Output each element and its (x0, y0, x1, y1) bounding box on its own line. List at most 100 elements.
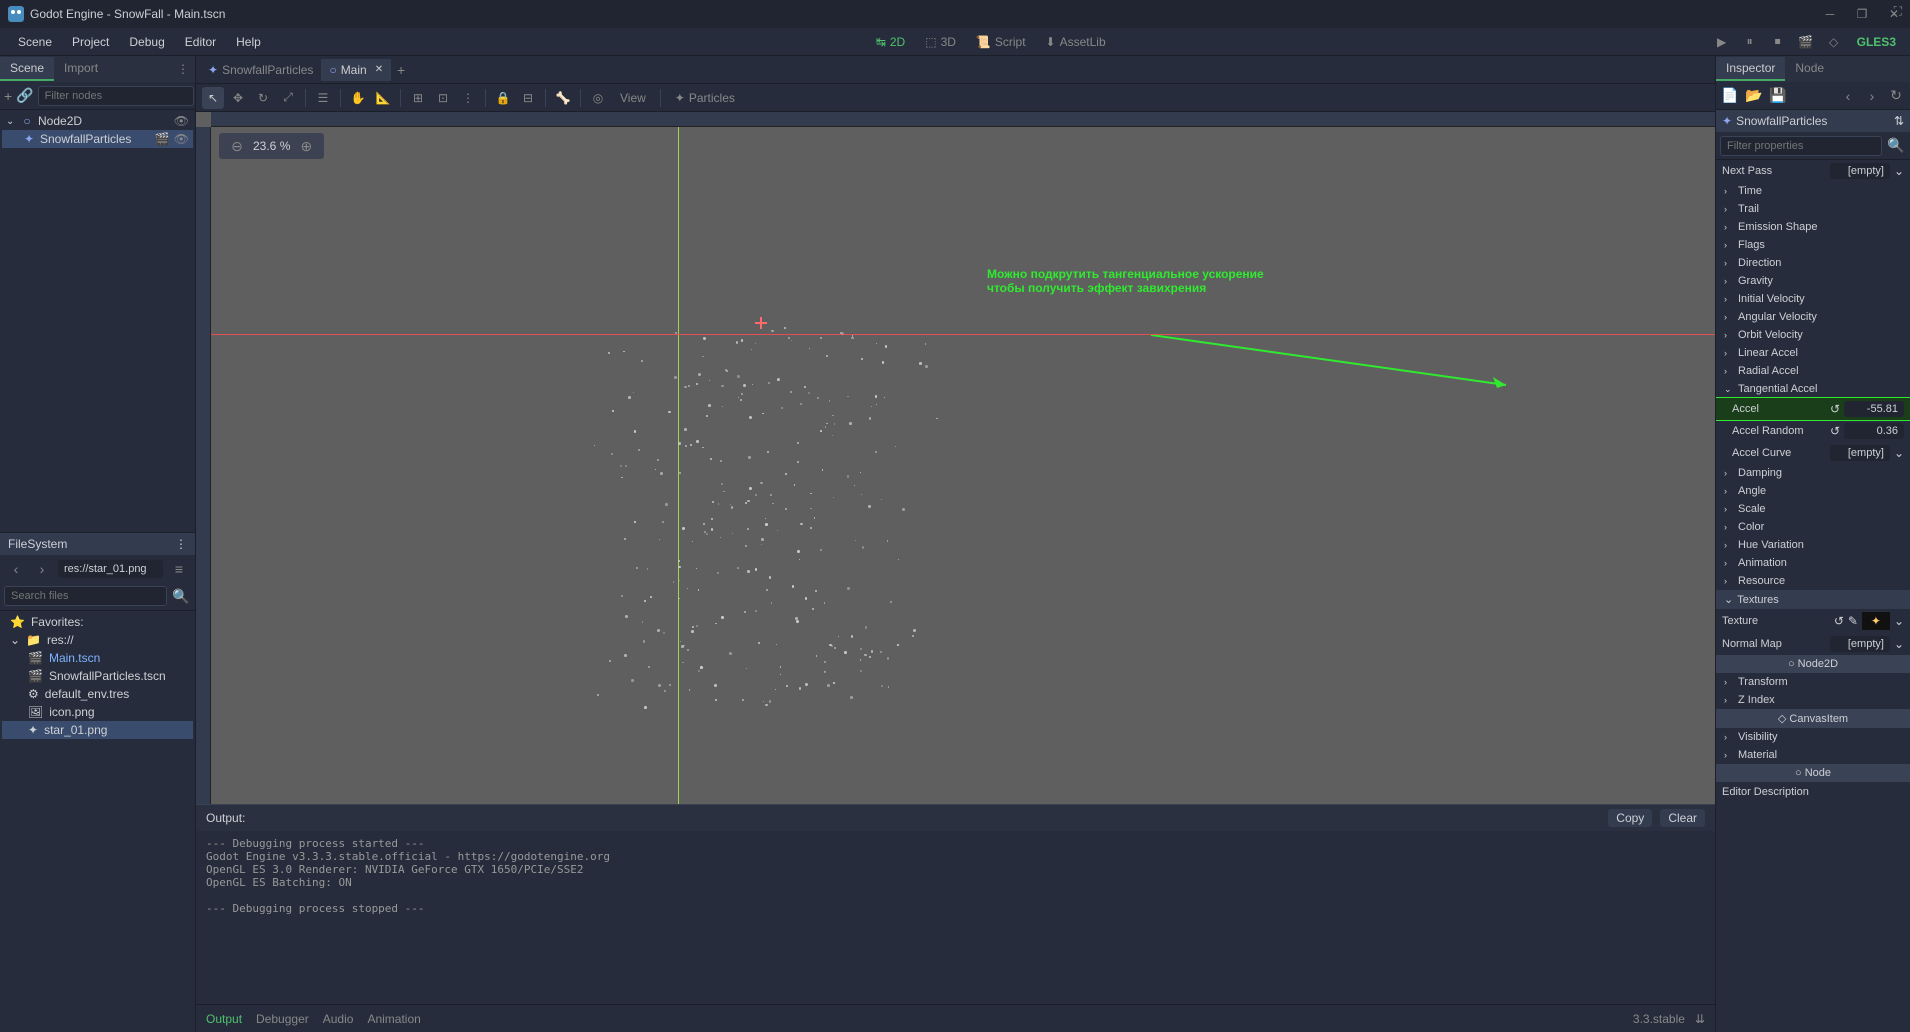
fs-file[interactable]: 🖼 icon.png (2, 703, 193, 721)
revert-icon[interactable]: ↺ (1830, 402, 1840, 416)
tab-node[interactable]: Node (1785, 57, 1834, 81)
revert-icon[interactable]: ↺ (1830, 424, 1840, 438)
fs-search-icon[interactable]: 🔍 (171, 586, 191, 606)
search-icon[interactable]: 🔍 (1886, 136, 1906, 156)
instance-button[interactable]: 🔗 (16, 86, 33, 106)
snap-tool[interactable]: ⊞ (407, 87, 429, 109)
prop-group[interactable]: ›Initial Velocity (1716, 290, 1910, 308)
particles-menu[interactable]: ✦ Particles (667, 87, 743, 109)
maximize-button[interactable]: ❐ (1854, 6, 1870, 22)
zoom-in-button[interactable]: ⊕ (296, 136, 316, 156)
minimize-button[interactable]: ─ (1822, 6, 1838, 22)
pause-button[interactable]: ⏸ (1739, 31, 1761, 53)
fs-favorites[interactable]: ⭐ Favorites: (2, 613, 193, 631)
prop-group[interactable]: ›Transform (1716, 673, 1910, 691)
accel-value[interactable]: -55.81 (1844, 401, 1904, 417)
scene-link-icon[interactable]: 🎬 (155, 132, 170, 146)
lock-tool[interactable]: 🔒 (492, 87, 514, 109)
stop-button[interactable]: ⏹ (1767, 31, 1789, 53)
prop-group[interactable]: ›Trail (1716, 200, 1910, 218)
inspector-node-name[interactable]: SnowfallParticles (1736, 114, 1890, 128)
workspace-assetlib[interactable]: ⬇ AssetLib (1038, 31, 1114, 53)
fs-back-button[interactable]: ‹ (6, 559, 26, 579)
edit-icon[interactable]: ✎ (1848, 614, 1858, 628)
override-tool[interactable]: ◎ (587, 87, 609, 109)
prop-group[interactable]: ›Angle (1716, 482, 1910, 500)
history-forward-icon[interactable]: › (1862, 86, 1882, 106)
renderer-badge[interactable]: GLES3 (1851, 33, 1902, 51)
filter-properties-input[interactable] (1720, 136, 1882, 156)
bottom-tab-output[interactable]: Output (206, 1012, 242, 1026)
view-menu[interactable]: View (612, 87, 654, 109)
prop-group[interactable]: ›Angular Velocity (1716, 308, 1910, 326)
prop-group[interactable]: ›Radial Accel (1716, 362, 1910, 380)
list-tool[interactable]: ☰ (312, 87, 334, 109)
fs-path[interactable]: res://star_01.png (58, 560, 163, 578)
fs-split-icon[interactable]: ≡ (169, 559, 189, 579)
expand-all-icon[interactable]: ⇅ (1894, 114, 1904, 128)
filesystem-menu-icon[interactable]: ⋮ (175, 537, 187, 551)
prop-group[interactable]: ›Emission Shape (1716, 218, 1910, 236)
viewport[interactable]: ⊖ 23.6 % ⊕ Можно подкрутить тангенциальн… (196, 112, 1715, 804)
select-tool[interactable]: ↖ (202, 87, 224, 109)
menu-editor[interactable]: Editor (175, 31, 226, 53)
clear-button[interactable]: Clear (1660, 809, 1705, 827)
save-resource-icon[interactable]: 💾 (1768, 86, 1788, 106)
fs-file[interactable]: 🎬 SnowfallParticles.tscn (2, 667, 193, 685)
accel-curve-value[interactable]: [empty] (1830, 445, 1890, 461)
fs-file[interactable]: ✦ star_01.png (2, 721, 193, 739)
prop-group[interactable]: ›Gravity (1716, 272, 1910, 290)
prop-group[interactable]: ›Visibility (1716, 728, 1910, 746)
history-back-icon[interactable]: ‹ (1838, 86, 1858, 106)
dropdown-icon[interactable]: ⌄ (1894, 637, 1904, 651)
menu-debug[interactable]: Debug (119, 31, 174, 53)
snap-config-tool[interactable]: ⊡ (432, 87, 454, 109)
snap-menu[interactable]: ⋮ (457, 87, 479, 109)
dropdown-icon[interactable]: ⌄ (1894, 614, 1904, 628)
pan-tool[interactable]: ✋ (347, 87, 369, 109)
bone-tool[interactable]: 🦴 (552, 87, 574, 109)
next-pass-value[interactable]: [empty] (1830, 163, 1890, 179)
history-icon[interactable]: ↻ (1886, 86, 1906, 106)
tree-node-child[interactable]: ✦ SnowfallParticles 🎬 👁 (2, 130, 193, 148)
workspace-3d[interactable]: ⬚ 3D (917, 31, 964, 53)
open-resource-icon[interactable]: 📂 (1744, 86, 1764, 106)
prop-group[interactable]: ›Hue Variation (1716, 536, 1910, 554)
copy-button[interactable]: Copy (1608, 809, 1652, 827)
fs-file[interactable]: ⚙ default_env.tres (2, 685, 193, 703)
zoom-out-button[interactable]: ⊖ (227, 136, 247, 156)
prop-group[interactable]: ›Animation (1716, 554, 1910, 572)
menu-project[interactable]: Project (62, 31, 119, 53)
textures-section[interactable]: ⌄Textures (1716, 590, 1910, 609)
prop-group[interactable]: ›Damping (1716, 464, 1910, 482)
play-scene-button[interactable]: 🎬 (1795, 31, 1817, 53)
bottom-tab-debugger[interactable]: Debugger (256, 1012, 309, 1026)
prop-group-tangential[interactable]: ⌄Tangential Accel (1716, 380, 1910, 398)
tree-node-root[interactable]: ⌄ ○ Node2D 👁 (2, 112, 193, 130)
scene-tab[interactable]: ✦ SnowfallParticles (200, 59, 321, 81)
output-text[interactable]: --- Debugging process started --- Godot … (196, 831, 1715, 1004)
workspace-script[interactable]: 📜 Script (968, 31, 1034, 53)
version-label[interactable]: 3.3.stable (1633, 1012, 1685, 1026)
fs-root[interactable]: ⌄📁 res:// (2, 631, 193, 649)
add-node-button[interactable]: + (4, 86, 12, 106)
add-tab-button[interactable]: + (391, 60, 411, 80)
group-tool[interactable]: ⊟ (517, 87, 539, 109)
play-custom-button[interactable]: ◇ (1823, 31, 1845, 53)
prop-group[interactable]: ›Linear Accel (1716, 344, 1910, 362)
fs-search-input[interactable] (4, 586, 167, 606)
close-tab-icon[interactable]: ✕ (375, 64, 383, 75)
prop-group[interactable]: ›Orbit Velocity (1716, 326, 1910, 344)
accel-random-value[interactable]: 0.36 (1844, 423, 1904, 439)
prop-group[interactable]: ›Material (1716, 746, 1910, 764)
dropdown-icon[interactable]: ⌄ (1894, 446, 1904, 460)
prop-group[interactable]: ›Flags (1716, 236, 1910, 254)
prop-group[interactable]: ›Direction (1716, 254, 1910, 272)
distraction-free-icon[interactable]: ⛶ (1894, 4, 1902, 19)
menu-scene[interactable]: Scene (8, 31, 62, 53)
new-resource-icon[interactable]: 📄 (1720, 86, 1740, 106)
scene-menu-icon[interactable]: ⋮ (171, 62, 195, 76)
texture-preview[interactable]: ✦ (1862, 612, 1890, 630)
dropdown-icon[interactable]: ⌄ (1894, 164, 1904, 178)
bottom-tab-animation[interactable]: Animation (367, 1012, 420, 1026)
